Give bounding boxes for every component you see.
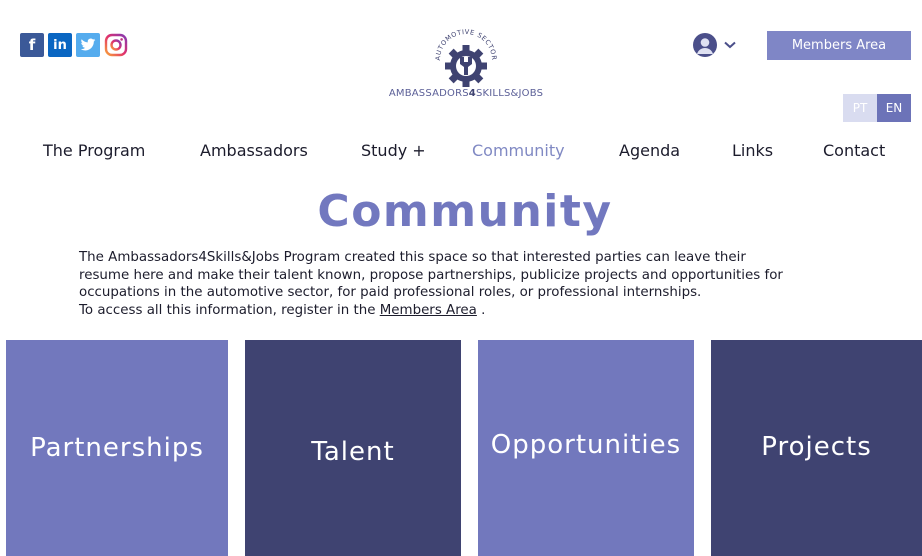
tile-partnerships[interactable]: Partnerships (6, 340, 228, 556)
tile-label: Projects (761, 432, 872, 462)
logo-wordmark-number: 4 (468, 88, 476, 99)
twitter-bird-shape (80, 38, 96, 51)
gear-wrench-logo-icon: AUTOMOTIVE SECTOR (434, 28, 498, 87)
tile-label: Opportunities (490, 430, 682, 460)
intro-line: resume here and make their talent known,… (79, 267, 783, 283)
nav-item-links[interactable]: Links (732, 141, 773, 160)
intro-text: The Ambassadors4Skills&Jobs Program crea… (79, 249, 879, 319)
nav-item-contact[interactable]: Contact (823, 141, 885, 160)
instagram-icon[interactable] (104, 33, 128, 57)
facebook-glyph: f (28, 36, 36, 54)
nav-item-study[interactable]: Study + (361, 141, 426, 160)
intro-line4-prefix: To access all this information, register… (79, 302, 376, 318)
members-area-button[interactable]: Members Area (767, 31, 911, 60)
site-logo[interactable]: AUTOMOTIVE SECTOR AMBASSADORS4SKILLS&JOB… (373, 26, 559, 110)
tile-label: Talent (311, 437, 395, 467)
nav-item-community[interactable]: Community (472, 141, 565, 160)
nav-item-agenda[interactable]: Agenda (619, 141, 680, 160)
twitter-icon[interactable] (76, 33, 100, 57)
facebook-icon[interactable]: f (20, 33, 44, 57)
nav-item-ambassadors[interactable]: Ambassadors (200, 141, 308, 160)
lang-pt-button[interactable]: PT (843, 94, 877, 122)
page-title: Community (317, 186, 613, 237)
intro-line4-suffix: . (476, 302, 486, 318)
logo-wordmark-right: SKILLS&JOBS (475, 88, 544, 99)
logo-wordmark-left: AMBASSADORS (388, 88, 469, 99)
language-switcher: PT EN (843, 94, 911, 122)
instagram-shape (104, 33, 128, 57)
linkedin-glyph: in (53, 37, 67, 53)
social-links: f in (20, 33, 128, 57)
tile-projects[interactable]: Projects (711, 340, 922, 556)
chevron-down-icon (724, 41, 736, 49)
main-nav: The Program Ambassadors Study + Communit… (0, 141, 922, 163)
members-area-link[interactable]: Members Area (380, 303, 477, 318)
user-menu[interactable] (693, 33, 736, 57)
logo-wordmark: AMBASSADORS4SKILLS&JOBS (373, 88, 559, 99)
nav-item-the-program[interactable]: The Program (43, 141, 145, 160)
intro-line: To access all this information, register… (79, 302, 879, 320)
tile-label: Partnerships (30, 433, 204, 463)
user-avatar-icon (693, 33, 717, 57)
tile-talent[interactable]: Talent (245, 340, 461, 556)
tile-opportunities[interactable]: Opportunities (478, 340, 694, 556)
intro-line: occupations in the automotive sector, fo… (79, 285, 702, 300)
lang-en-button[interactable]: EN (877, 94, 911, 122)
linkedin-icon[interactable]: in (48, 33, 72, 57)
intro-line: The Ambassadors4Skills&Jobs Program crea… (79, 250, 746, 265)
